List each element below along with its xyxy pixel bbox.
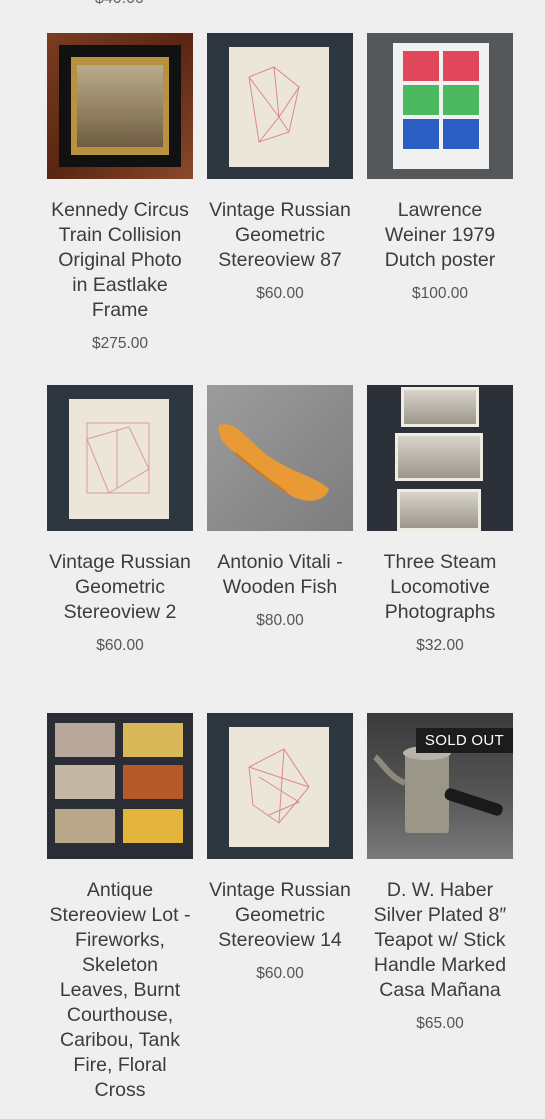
- product-image[interactable]: [47, 33, 193, 179]
- product-card[interactable]: Three Steam Locomotive Photographs $32.0…: [367, 385, 513, 713]
- product-image[interactable]: [367, 33, 513, 179]
- product-price: $60.00: [96, 637, 144, 654]
- product-image[interactable]: SOLD OUT: [367, 713, 513, 859]
- product-card[interactable]: Vintage Russian Geometric Stereoview 2 $…: [47, 385, 193, 713]
- product-image[interactable]: [47, 713, 193, 859]
- product-image[interactable]: [207, 33, 353, 179]
- product-card[interactable]: Kennedy Circus Train Collision Original …: [47, 33, 193, 385]
- product-title[interactable]: Three Steam Locomotive Photographs: [367, 550, 513, 625]
- product-title[interactable]: Antonio Vitali - Wooden Fish: [207, 550, 353, 600]
- product-grid: Kennedy Circus Train Collision Original …: [47, 33, 513, 1119]
- product-card[interactable]: SOLD OUT D. W. Haber Silver Plated 8″ Te…: [367, 713, 513, 1119]
- product-title[interactable]: Vintage Russian Geometric Stereoview 2: [47, 550, 193, 625]
- product-card[interactable]: Vintage Russian Geometric Stereoview 87 …: [207, 33, 353, 385]
- product-image[interactable]: [47, 385, 193, 531]
- product-grid-page: $40.00 Kennedy Circus Train Collision Or…: [0, 0, 545, 1119]
- product-price: $60.00: [256, 285, 304, 302]
- product-image[interactable]: [207, 385, 353, 531]
- sold-out-badge: SOLD OUT: [415, 728, 513, 753]
- product-title[interactable]: D. W. Haber Silver Plated 8″ Teapot w/ S…: [367, 878, 513, 1003]
- product-title[interactable]: Kennedy Circus Train Collision Original …: [47, 198, 193, 323]
- product-title[interactable]: Vintage Russian Geometric Stereoview 87: [207, 198, 353, 273]
- product-price: $100.00: [411, 285, 469, 302]
- product-image[interactable]: [207, 713, 353, 859]
- product-title[interactable]: Lawrence Weiner 1979 Dutch poster: [367, 198, 513, 273]
- product-card[interactable]: Antique Stereoview Lot - Fireworks, Skel…: [47, 713, 193, 1119]
- product-price: $32.00: [416, 637, 464, 654]
- product-image[interactable]: [367, 385, 513, 531]
- product-card[interactable]: Lawrence Weiner 1979 Dutch poster $100.0…: [367, 33, 513, 385]
- product-card[interactable]: Vintage Russian Geometric Stereoview 14 …: [207, 713, 353, 1119]
- product-price: $80.00: [256, 612, 304, 629]
- clipped-price: $40.00: [95, 0, 144, 8]
- product-title[interactable]: Antique Stereoview Lot - Fireworks, Skel…: [47, 878, 193, 1103]
- product-price: $60.00: [256, 965, 304, 982]
- product-price: $65.00: [416, 1015, 464, 1032]
- product-price: $275.00: [91, 335, 149, 352]
- product-card[interactable]: Antonio Vitali - Wooden Fish $80.00: [207, 385, 353, 713]
- product-title[interactable]: Vintage Russian Geometric Stereoview 14: [207, 878, 353, 953]
